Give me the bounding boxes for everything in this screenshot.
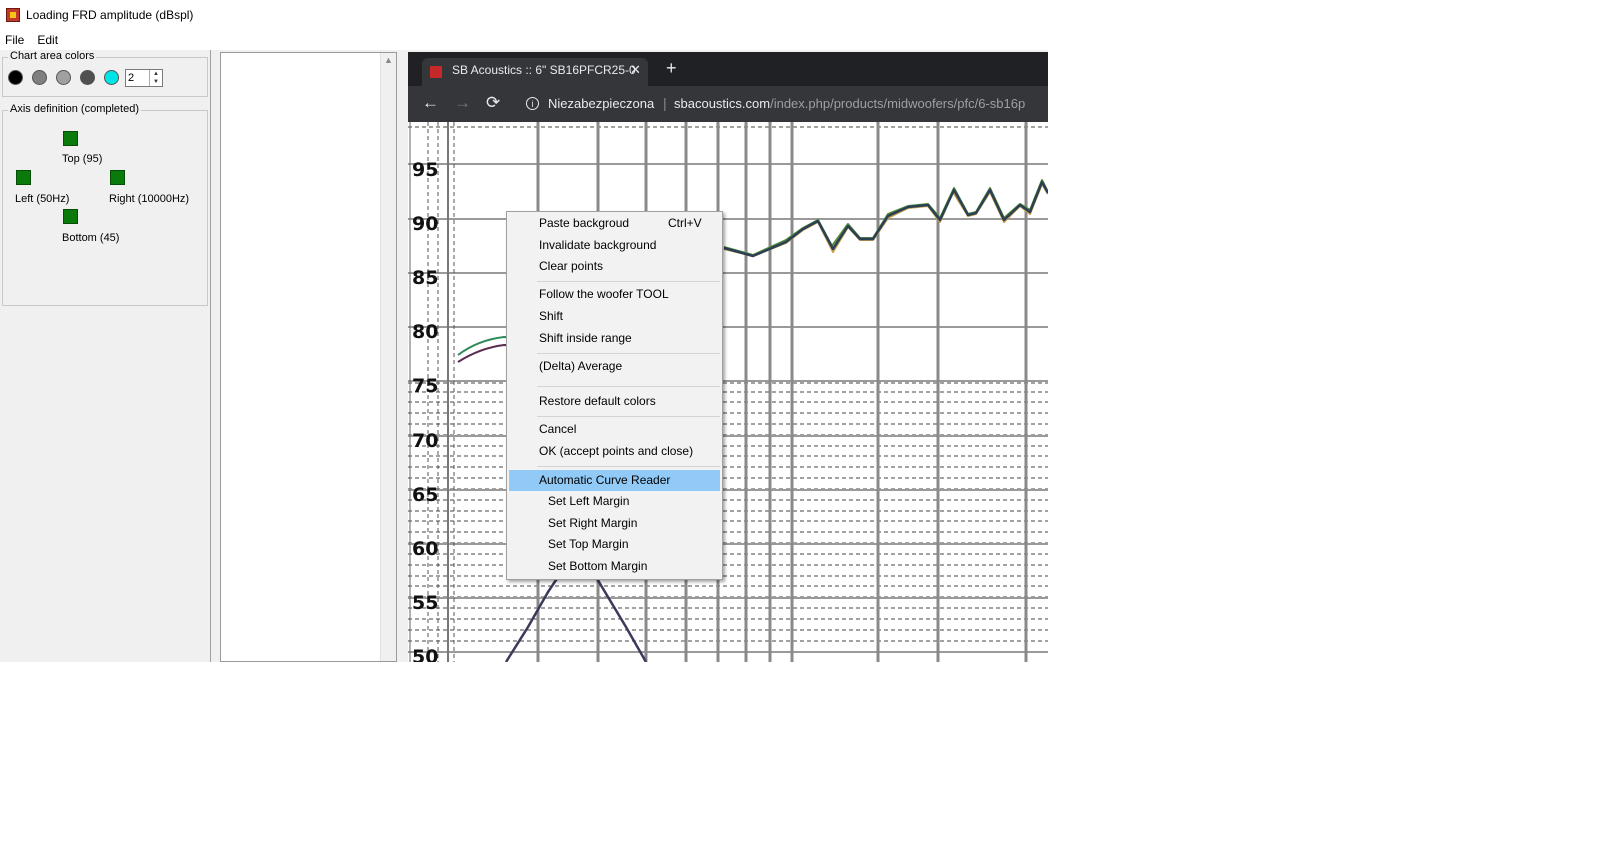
scroll-up-arrow-icon[interactable]: ▲ bbox=[384, 55, 393, 65]
y-tick-60: 60 bbox=[412, 538, 438, 560]
menu-bar: File Edit bbox=[0, 30, 1048, 50]
line-width-spinner[interactable]: 2 ▲ ▼ bbox=[125, 69, 163, 87]
invalidate-background-label: Invalidate background bbox=[539, 238, 657, 252]
y-tick-75: 75 bbox=[412, 375, 438, 397]
clear-points-label: Clear points bbox=[539, 259, 604, 273]
automatic-curve-reader-label: Automatic Curve Reader bbox=[539, 473, 671, 487]
color-swatch-3[interactable] bbox=[56, 70, 71, 85]
menu-separator bbox=[537, 386, 720, 387]
set-bottom-margin-label: Set Bottom Margin bbox=[548, 559, 648, 573]
menu-file[interactable]: File bbox=[5, 33, 24, 47]
background-image-canvas[interactable]: SB Acoustics :: 6" SB16PFCR25-0 ✕ + ← → … bbox=[408, 52, 1048, 662]
menu-item-clear-points[interactable]: Clear points bbox=[509, 256, 720, 277]
top-axis-label: Top (95) bbox=[62, 153, 103, 165]
menu-item-set-bottom-margin[interactable]: Set Bottom Margin bbox=[509, 556, 720, 577]
menu-separator bbox=[537, 281, 720, 282]
url-separator: | bbox=[663, 95, 667, 111]
follow-woofer-label: Follow the woofer TOOL bbox=[539, 287, 669, 301]
chart-area-colors-legend: Chart area colors bbox=[8, 50, 97, 62]
set-top-margin-label: Set Top Margin bbox=[548, 537, 629, 551]
set-left-margin-label: Set Left Margin bbox=[548, 494, 630, 508]
cancel-label: Cancel bbox=[539, 422, 577, 436]
color-swatch-2[interactable] bbox=[32, 70, 47, 85]
menu-item-cancel[interactable]: Cancel bbox=[509, 419, 720, 440]
restore-colors-label: Restore default colors bbox=[539, 394, 656, 408]
top-axis-marker[interactable] bbox=[63, 131, 78, 146]
forward-arrow-icon: → bbox=[454, 93, 471, 112]
menu-item-set-left-margin[interactable]: Set Left Margin bbox=[509, 491, 720, 512]
bottom-axis-label: Bottom (45) bbox=[62, 232, 120, 244]
color-swatch-4[interactable] bbox=[80, 70, 95, 85]
app-window: Loading FRD amplitude (dBspl) File Edit … bbox=[0, 0, 1048, 662]
ok-accept-label: OK (accept points and close) bbox=[539, 444, 694, 458]
y-tick-80: 80 bbox=[412, 321, 438, 343]
sb-favicon-icon bbox=[430, 66, 442, 78]
right-axis-marker[interactable] bbox=[110, 170, 125, 185]
spinner-arrows-icon[interactable]: ▲ ▼ bbox=[149, 70, 162, 86]
paste-background-label: Paste backgroud bbox=[539, 216, 630, 230]
y-tick-95: 95 bbox=[412, 159, 438, 181]
y-tick-50: 50 bbox=[412, 646, 438, 662]
window-title: Loading FRD amplitude (dBspl) bbox=[26, 8, 194, 22]
context-menu: Paste backgroud Ctrl+V Invalidate backgr… bbox=[506, 211, 723, 580]
menu-item-follow-woofer-tool[interactable]: Follow the woofer TOOL bbox=[509, 284, 720, 305]
browser-tab-title: SB Acoustics :: 6" SB16PFCR25-0 bbox=[452, 63, 636, 77]
browser-toolbar: ← → ⟳ i Niezabezpieczona | sbacoustics.c… bbox=[408, 86, 1048, 122]
list-scrollbar[interactable]: ▲ bbox=[380, 53, 396, 661]
reload-icon: ⟳ bbox=[486, 93, 501, 112]
tab-close-icon: ✕ bbox=[630, 62, 641, 77]
color-swatch-1[interactable] bbox=[8, 70, 23, 85]
menu-item-shift-inside-range[interactable]: Shift inside range bbox=[509, 328, 720, 349]
shift-label: Shift bbox=[539, 309, 564, 323]
color-swatch-5[interactable] bbox=[104, 70, 119, 85]
points-list[interactable]: ▲ bbox=[220, 52, 397, 662]
new-tab-icon: + bbox=[666, 58, 677, 78]
menu-edit[interactable]: Edit bbox=[37, 33, 58, 47]
set-right-margin-label: Set Right Margin bbox=[548, 516, 638, 530]
y-tick-65: 65 bbox=[412, 484, 438, 506]
line-width-value: 2 bbox=[128, 72, 135, 84]
app-icon bbox=[6, 8, 20, 22]
menu-separator bbox=[537, 416, 720, 417]
y-tick-55: 55 bbox=[412, 592, 438, 614]
settings-panel: Chart area colors 2 ▲ ▼ Axis definition (… bbox=[0, 50, 211, 662]
url-domain: sbacoustics.com bbox=[674, 96, 771, 111]
left-axis-marker[interactable] bbox=[16, 170, 31, 185]
y-tick-70: 70 bbox=[412, 430, 438, 452]
menu-item-set-top-margin[interactable]: Set Top Margin bbox=[509, 534, 720, 555]
frequency-response-graph: 95 90 85 80 75 70 65 60 55 50 bbox=[408, 122, 1048, 662]
url-path: /index.php/products/midwoofers/pfc/6-sb1… bbox=[770, 96, 1026, 111]
title-bar: Loading FRD amplitude (dBspl) bbox=[0, 0, 1048, 30]
delta-average-label: (Delta) Average bbox=[539, 359, 623, 373]
y-tick-85: 85 bbox=[412, 267, 438, 289]
bottom-axis-marker[interactable] bbox=[63, 209, 78, 224]
menu-item-restore-default-colors[interactable]: Restore default colors bbox=[509, 391, 720, 412]
menu-item-automatic-curve-reader[interactable]: Automatic Curve Reader bbox=[509, 470, 720, 491]
axis-definition-legend: Axis definition (completed) bbox=[8, 103, 142, 115]
url-text: sbacoustics.com/index.php/products/midwo… bbox=[674, 96, 1025, 111]
y-tick-90: 90 bbox=[412, 213, 438, 235]
browser-tab-strip: SB Acoustics :: 6" SB16PFCR25-0 ✕ + bbox=[408, 52, 1048, 86]
browser-tab: SB Acoustics :: 6" SB16PFCR25-0 ✕ bbox=[422, 58, 648, 86]
info-icon: i bbox=[526, 97, 539, 110]
paste-shortcut: Ctrl+V bbox=[668, 216, 702, 230]
menu-item-paste-background[interactable]: Paste backgroud Ctrl+V bbox=[509, 213, 720, 234]
chart-area-colors-group: Chart area colors 2 ▲ ▼ bbox=[2, 50, 208, 97]
menu-separator bbox=[537, 466, 720, 467]
menu-separator bbox=[537, 353, 720, 354]
menu-item-delta-average[interactable]: (Delta) Average bbox=[509, 356, 720, 377]
menu-item-ok-accept[interactable]: OK (accept points and close) bbox=[509, 441, 720, 462]
insecure-label: Niezabezpieczona bbox=[548, 96, 655, 111]
right-axis-label: Right (10000Hz) bbox=[109, 193, 190, 205]
shift-inside-range-label: Shift inside range bbox=[539, 331, 632, 345]
menu-item-set-right-margin[interactable]: Set Right Margin bbox=[509, 513, 720, 534]
menu-item-invalidate-background[interactable]: Invalidate background bbox=[509, 235, 720, 256]
menu-item-shift[interactable]: Shift bbox=[509, 306, 720, 327]
back-arrow-icon: ← bbox=[422, 93, 439, 112]
left-axis-label: Left (50Hz) bbox=[15, 193, 70, 205]
axis-definition-group: Axis definition (completed) Top (95) Lef… bbox=[2, 103, 208, 306]
